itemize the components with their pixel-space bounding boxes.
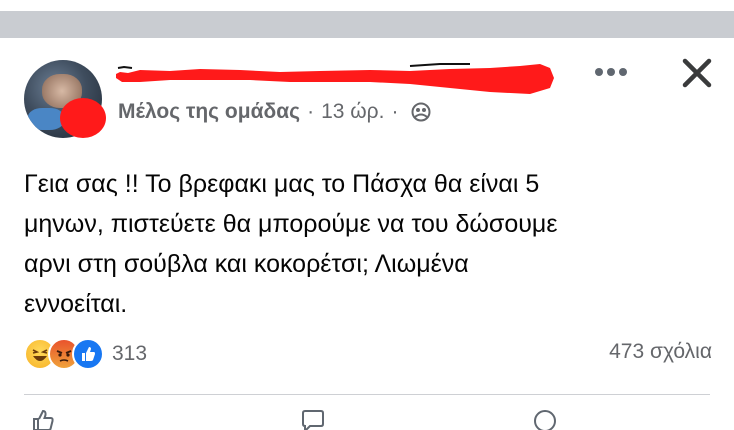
post-body-line: αρνι στη σούβλα και κοκορέτσι; Λιωμένα bbox=[24, 250, 469, 278]
post-body-line: μηνων, πιστεύετε θα μπορούμε να του δώσο… bbox=[24, 210, 558, 238]
comment-count[interactable]: 473 σχόλια bbox=[609, 340, 712, 364]
like-action-button[interactable] bbox=[30, 408, 56, 430]
more-options-icon[interactable] bbox=[594, 64, 628, 80]
like-icon bbox=[72, 338, 104, 370]
comment-icon bbox=[302, 410, 324, 430]
share-action-button[interactable] bbox=[532, 408, 558, 430]
comment-action-button[interactable] bbox=[300, 408, 326, 430]
thumbs-up-icon bbox=[33, 409, 54, 430]
avatar-redaction-mark bbox=[60, 98, 106, 138]
author-name-redaction bbox=[116, 63, 554, 94]
meta-separator: · bbox=[391, 100, 399, 123]
post-timestamp[interactable]: 13 ώρ. bbox=[321, 100, 384, 124]
reactions-summary[interactable]: 313 bbox=[24, 338, 147, 370]
members-icon bbox=[411, 102, 431, 122]
post-body: Γεια σας !! Το βρεφακι μας το Πάσχα θα ε… bbox=[24, 164, 714, 324]
action-bar bbox=[0, 408, 734, 430]
share-icon bbox=[534, 410, 556, 430]
group-role-label[interactable]: Μέλος της ομάδας bbox=[118, 100, 300, 124]
reaction-count[interactable]: 313 bbox=[112, 342, 147, 366]
post-meta: Μέλος της ομάδας · 13 ώρ. · bbox=[118, 100, 431, 124]
meta-separator: · bbox=[307, 100, 315, 123]
avatar-clothing bbox=[28, 108, 64, 130]
actions-divider bbox=[24, 394, 710, 395]
top-bar-highlight bbox=[0, 0, 734, 11]
post-body-line: Γεια σας !! Το βρεφακι μας το Πάσχα θα ε… bbox=[24, 170, 540, 198]
close-icon[interactable] bbox=[680, 56, 714, 90]
post-body-line: εννοείται. bbox=[24, 290, 128, 318]
